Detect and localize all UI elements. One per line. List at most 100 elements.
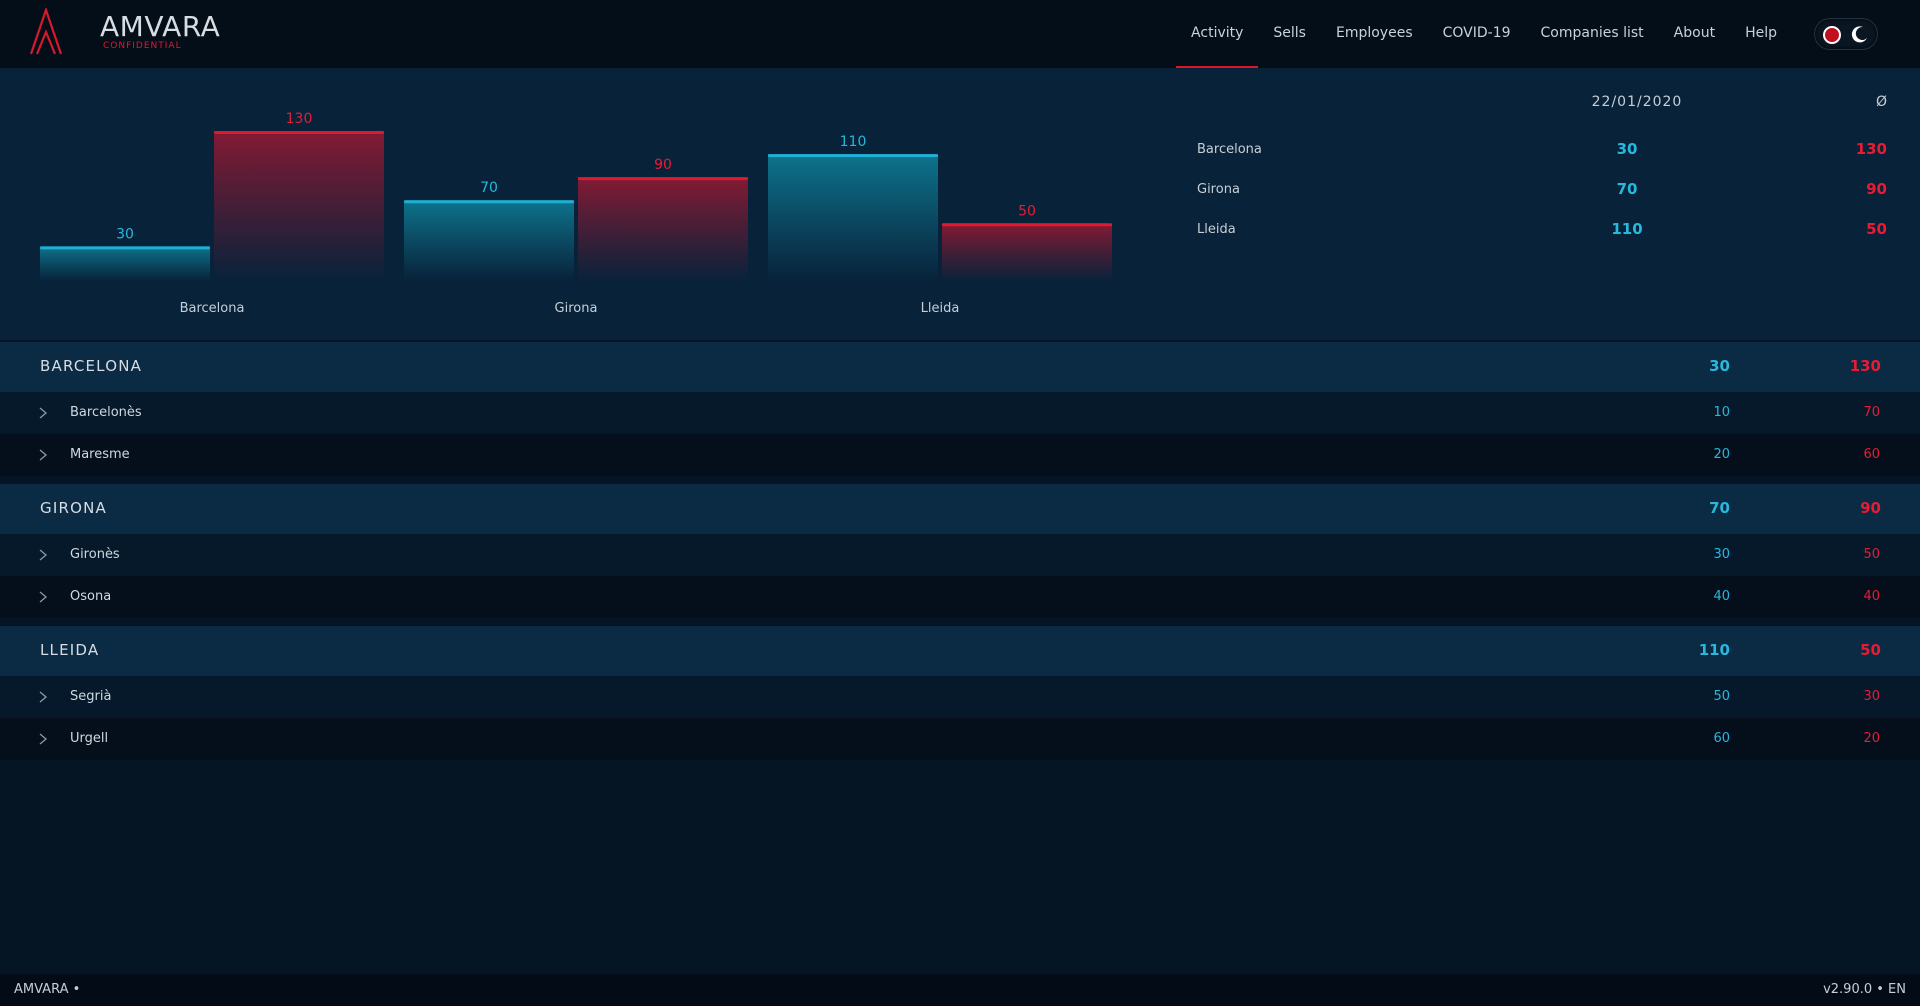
sub-row-label: Barcelonès <box>70 405 142 420</box>
chevron-right-icon[interactable] <box>38 407 48 419</box>
group-row-lleida[interactable]: LLEIDA 110 50 <box>0 626 1920 676</box>
chart-data-label: 50 <box>1018 203 1036 219</box>
summary-average-header: Ø <box>1875 94 1887 110</box>
sub-row-value-red: 40 <box>1863 589 1880 604</box>
chevron-right-icon[interactable] <box>38 591 48 603</box>
chart-category-label: Lleida <box>921 301 960 316</box>
sub-row-maresme[interactable]: Maresme 20 60 <box>0 434 1920 476</box>
chart-bar-top-edge <box>942 223 1112 227</box>
group-row-barcelona[interactable]: BARCELONA 30 130 <box>0 342 1920 392</box>
group-label: LLEIDA <box>40 641 100 659</box>
sub-row-value-red: 60 <box>1863 447 1880 462</box>
summary-row-value-cyan: 110 <box>1611 220 1643 238</box>
chevron-right-icon[interactable] <box>38 733 48 745</box>
region-bar-chart: 30 130 Barcelona 70 90 Girona 110 50 Lleida <box>40 111 1112 316</box>
row-spacer <box>0 618 1920 626</box>
summary-row-lleida: Lleida 110 50 <box>1197 218 1887 242</box>
overview-panel: 30 130 Barcelona 70 90 Girona 110 50 Lleida 22/0… <box>0 68 1920 340</box>
group-row-girona[interactable]: GIRONA 70 90 <box>0 484 1920 534</box>
sub-row-value-red: 20 <box>1863 731 1880 746</box>
group-value-red: 90 <box>1860 499 1881 517</box>
chart-bar-top-edge <box>768 154 938 158</box>
nav-sells[interactable]: Sells <box>1258 0 1321 68</box>
sub-row-value-cyan: 30 <box>1713 547 1730 562</box>
summary-table: 22/01/2020 Ø Barcelona 30 130 Girona 70 … <box>1197 68 1887 340</box>
footer-brand: AMVARA • <box>14 982 81 997</box>
chart-bar-top-edge <box>40 246 210 250</box>
chevron-right-icon[interactable] <box>38 691 48 703</box>
chart-data-label: 110 <box>840 134 867 150</box>
chart-bar-top-edge <box>578 177 748 181</box>
region-detail-table: BARCELONA 30 130 Barcelonès 10 70 Maresm… <box>0 342 1920 760</box>
sub-row-osona[interactable]: Osona 40 40 <box>0 576 1920 618</box>
chart-bar <box>214 131 384 281</box>
theme-toggle[interactable] <box>1814 18 1878 50</box>
sub-row-barcelones[interactable]: Barcelonès 10 70 <box>0 392 1920 434</box>
sub-row-value-cyan: 40 <box>1713 589 1730 604</box>
sub-row-value-cyan: 60 <box>1713 731 1730 746</box>
summary-row-name: Lleida <box>1197 222 1236 237</box>
nav-covid[interactable]: COVID-19 <box>1428 0 1526 68</box>
chart-data-label: 30 <box>116 226 134 242</box>
nav-employees[interactable]: Employees <box>1321 0 1428 68</box>
chart-bar <box>578 177 748 281</box>
chart-bar <box>40 246 210 281</box>
group-value-cyan: 70 <box>1709 499 1730 517</box>
footer-version-language[interactable]: v2.90.0 • EN <box>1823 982 1906 997</box>
chart-bar-top-edge <box>404 200 574 204</box>
summary-row-value-red: 50 <box>1866 220 1887 238</box>
sub-row-label: Osona <box>70 589 112 604</box>
summary-row-value-red: 130 <box>1855 140 1887 158</box>
sub-row-girones[interactable]: Gironès 30 50 <box>0 534 1920 576</box>
group-value-red: 50 <box>1860 641 1881 659</box>
group-label: BARCELONA <box>40 357 143 375</box>
summary-row-value-cyan: 70 <box>1616 180 1638 198</box>
sub-row-value-cyan: 10 <box>1713 405 1730 420</box>
summary-row-value-cyan: 30 <box>1616 140 1638 158</box>
sub-row-label: Segrià <box>70 689 112 704</box>
chart-bar <box>404 200 574 281</box>
sub-row-value-red: 30 <box>1863 689 1880 704</box>
summary-row-name: Girona <box>1197 182 1240 197</box>
summary-row-girona: Girona 70 90 <box>1197 178 1887 202</box>
sub-row-value-red: 70 <box>1863 405 1880 420</box>
brand-name: AMVARA <box>100 10 221 43</box>
row-spacer <box>0 476 1920 484</box>
group-value-cyan: 30 <box>1709 357 1730 375</box>
main-nav: Activity Sells Employees COVID-19 Compan… <box>1176 0 1920 68</box>
sub-row-urgell[interactable]: Urgell 60 20 <box>0 718 1920 760</box>
chart-bar-top-edge <box>214 131 384 134</box>
sub-row-label: Urgell <box>70 731 109 746</box>
chart-data-label: 130 <box>286 111 313 127</box>
group-value-cyan: 110 <box>1698 641 1730 659</box>
sub-row-label: Maresme <box>70 447 130 462</box>
chevron-right-icon[interactable] <box>38 449 48 461</box>
group-label: GIRONA <box>40 499 107 517</box>
sub-row-value-cyan: 20 <box>1713 447 1730 462</box>
summary-row-value-red: 90 <box>1866 180 1887 198</box>
summary-row-name: Barcelona <box>1197 142 1262 157</box>
amvara-logo-icon[interactable] <box>28 8 68 56</box>
toggle-knob-icon <box>1823 26 1841 44</box>
sub-row-value-red: 50 <box>1863 547 1880 562</box>
sub-row-segria[interactable]: Segrià 50 30 <box>0 676 1920 718</box>
chevron-right-icon[interactable] <box>38 549 48 561</box>
chart-bar <box>768 154 938 281</box>
brand-subtitle: CONFIDENTIAL <box>103 41 182 51</box>
nav-companies-list[interactable]: Companies list <box>1526 0 1659 68</box>
sub-row-value-cyan: 50 <box>1713 689 1730 704</box>
sub-row-label: Gironès <box>70 547 120 562</box>
group-value-red: 130 <box>1849 357 1881 375</box>
chart-bar <box>942 223 1112 281</box>
chart-data-label: 90 <box>654 157 672 173</box>
chart-category-label: Girona <box>555 301 598 316</box>
nav-activity[interactable]: Activity <box>1176 0 1259 68</box>
status-footer: AMVARA • v2.90.0 • EN <box>0 974 1920 1006</box>
summary-row-barcelona: Barcelona 30 130 <box>1197 138 1887 162</box>
nav-help[interactable]: Help <box>1730 0 1792 68</box>
moon-icon <box>1851 26 1867 43</box>
summary-date: 22/01/2020 <box>1591 94 1683 110</box>
chart-data-label: 70 <box>480 180 498 196</box>
chart-category-label: Barcelona <box>180 301 245 316</box>
nav-about[interactable]: About <box>1659 0 1730 68</box>
